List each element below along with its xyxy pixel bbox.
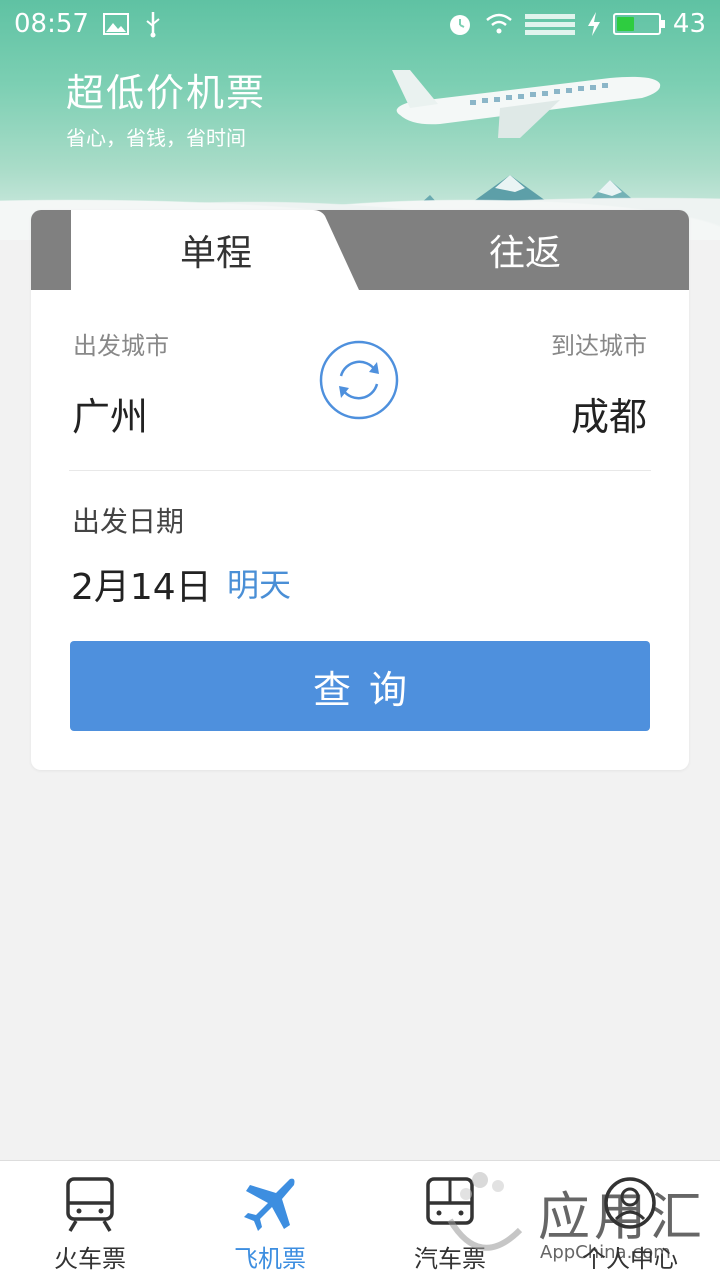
airplane-icon: [244, 1178, 295, 1231]
nav-label-flight: 飞机票: [234, 1245, 306, 1273]
hero-title: 超低价机票: [66, 71, 267, 115]
battery-percent: 43: [672, 9, 706, 39]
bus-icon: [426, 1177, 474, 1225]
departure-city-label: 出发城市: [73, 332, 169, 360]
wifi-icon: [486, 13, 512, 34]
departure-date-relative[interactable]: 明天: [227, 560, 291, 606]
nav-item-flight[interactable]: 飞机票: [180, 1161, 360, 1280]
watermark-text: 应用汇: [538, 1188, 707, 1248]
nav-item-train[interactable]: 火车票: [0, 1161, 180, 1280]
tab-round-trip[interactable]: 往返: [361, 210, 689, 290]
airplane-illustration: [392, 70, 661, 138]
trip-type-tabs: 单程 往返: [31, 210, 689, 290]
arrival-city-label: 到达城市: [551, 332, 647, 360]
divider: [69, 470, 651, 471]
signal-icon: [524, 14, 575, 35]
search-button[interactable]: 查询: [70, 641, 650, 731]
departure-date[interactable]: 2月14日: [71, 558, 212, 610]
departure-city[interactable]: 广州: [72, 386, 148, 441]
watermark-subtext: AppChina.com: [540, 1242, 671, 1263]
departure-date-label: 出发日期: [72, 505, 185, 538]
search-card: 单程 往返 出发城市 广州 到达城市 成都 出发日期 2月14日 明天 查询: [31, 210, 689, 770]
swap-cities-icon[interactable]: [319, 340, 399, 420]
battery-icon: [612, 13, 665, 35]
usb-icon: [146, 12, 160, 38]
alarm-icon: [449, 15, 470, 35]
image-icon: [102, 13, 129, 35]
nav-label-bus: 汽车票: [414, 1245, 486, 1273]
status-time: 08:57: [14, 9, 89, 39]
train-icon: [66, 1177, 114, 1232]
status-bar: 08:57 43: [0, 0, 720, 48]
tab-one-way[interactable]: 单程: [71, 210, 361, 290]
arrival-city[interactable]: 成都: [571, 386, 647, 441]
charging-icon: [587, 12, 600, 36]
nav-label-train: 火车票: [54, 1245, 126, 1273]
hero-subtitle: 省心，省钱，省时间: [66, 126, 246, 150]
nav-item-bus[interactable]: 汽车票: [360, 1161, 540, 1280]
header-banner: 08:57 43 超低价机票 省心，省钱，省时间: [0, 0, 720, 240]
